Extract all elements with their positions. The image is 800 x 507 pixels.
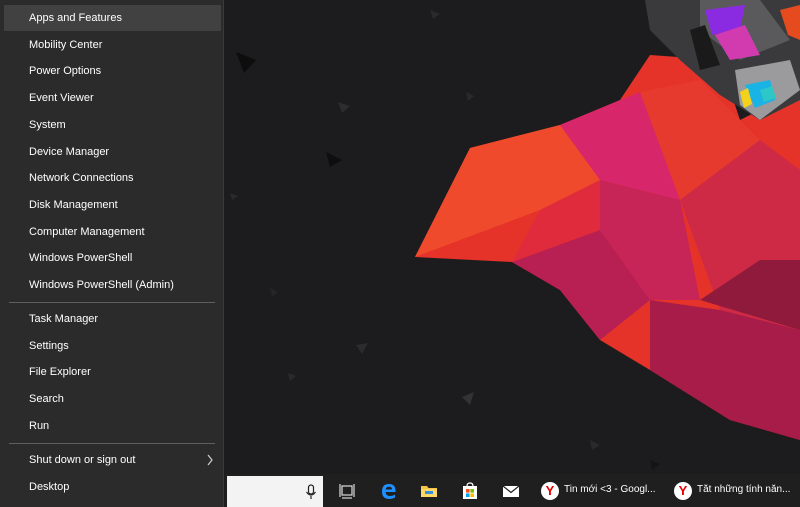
menu-disk-management[interactable]: Disk Management	[4, 192, 221, 218]
task-view-icon[interactable]	[338, 482, 356, 500]
menu-device-manager[interactable]: Device Manager	[4, 139, 221, 165]
menu-item-label: Power Options	[29, 65, 102, 78]
taskbar-app-browser-1[interactable]: Y Tin mới <3 - Googl...	[538, 474, 663, 507]
menu-item-label: Windows PowerShell (Admin)	[29, 279, 174, 291]
menu-item-label: Disk Management	[29, 198, 118, 211]
mail-icon[interactable]	[502, 482, 520, 500]
taskbar-app-label: Tắt những tính năn...	[697, 484, 791, 495]
microphone-icon[interactable]	[305, 484, 317, 500]
menu-separator	[9, 443, 215, 444]
menu-apps-and-features[interactable]: Apps and Features	[4, 5, 221, 31]
menu-item-label: Settings	[29, 339, 69, 352]
menu-mobility-center[interactable]: Mobility Center	[4, 32, 221, 58]
menu-item-label: Apps and Features	[29, 12, 122, 24]
chevron-right-icon	[207, 454, 213, 466]
menu-item-label: Event Viewer	[29, 92, 94, 105]
menu-event-viewer[interactable]: Event Viewer	[4, 85, 221, 111]
menu-windows-powershell[interactable]: Windows PowerShell	[4, 245, 221, 271]
menu-item-label: Desktop	[29, 480, 70, 493]
menu-computer-management[interactable]: Computer Management	[4, 219, 221, 245]
store-icon[interactable]	[461, 482, 479, 500]
menu-file-explorer[interactable]: File Explorer	[4, 359, 221, 385]
menu-item-label: Search	[29, 393, 64, 406]
menu-item-label: Shut down or sign out	[29, 454, 136, 466]
menu-item-label: Device Manager	[29, 145, 110, 158]
menu-item-label: Task Manager	[29, 313, 99, 325]
taskbar-app-label: Tin mới <3 - Googl...	[564, 484, 656, 495]
taskbar-search-box[interactable]	[227, 476, 323, 507]
menu-network-connections[interactable]: Network Connections	[4, 165, 221, 191]
menu-settings[interactable]: Settings	[4, 333, 221, 359]
menu-windows-powershell-admin[interactable]: Windows PowerShell (Admin)	[4, 272, 221, 298]
edge-icon[interactable]	[380, 482, 398, 500]
menu-power-options[interactable]: Power Options	[4, 58, 221, 84]
winx-power-user-menu: Apps and Features Mobility Center Power Op…	[0, 0, 224, 507]
file-explorer-icon[interactable]	[420, 482, 438, 500]
menu-item-label: Network Connections	[29, 172, 134, 185]
menu-shut-down-or-sign-out[interactable]: Shut down or sign out	[4, 447, 221, 473]
menu-item-label: Run	[29, 419, 50, 432]
taskbar: Y Tin mới <3 - Googl... Y Tắt những tính…	[225, 474, 800, 507]
menu-search[interactable]: Search	[4, 386, 221, 412]
menu-run[interactable]: Run	[4, 413, 221, 439]
menu-desktop[interactable]: Desktop	[4, 474, 221, 500]
menu-item-label: File Explorer	[29, 366, 91, 379]
yandex-browser-icon: Y	[541, 482, 559, 500]
menu-item-label: Windows PowerShell	[29, 252, 133, 265]
yandex-browser-icon: Y	[674, 482, 692, 500]
menu-system[interactable]: System	[4, 112, 221, 138]
menu-item-label: Mobility Center	[29, 38, 103, 51]
menu-separator	[9, 302, 215, 303]
menu-item-label: System	[29, 118, 66, 131]
menu-task-manager[interactable]: Task Manager	[4, 306, 221, 332]
taskbar-app-browser-2[interactable]: Y Tắt những tính năn...	[671, 474, 800, 507]
menu-item-label: Computer Management	[29, 225, 145, 238]
